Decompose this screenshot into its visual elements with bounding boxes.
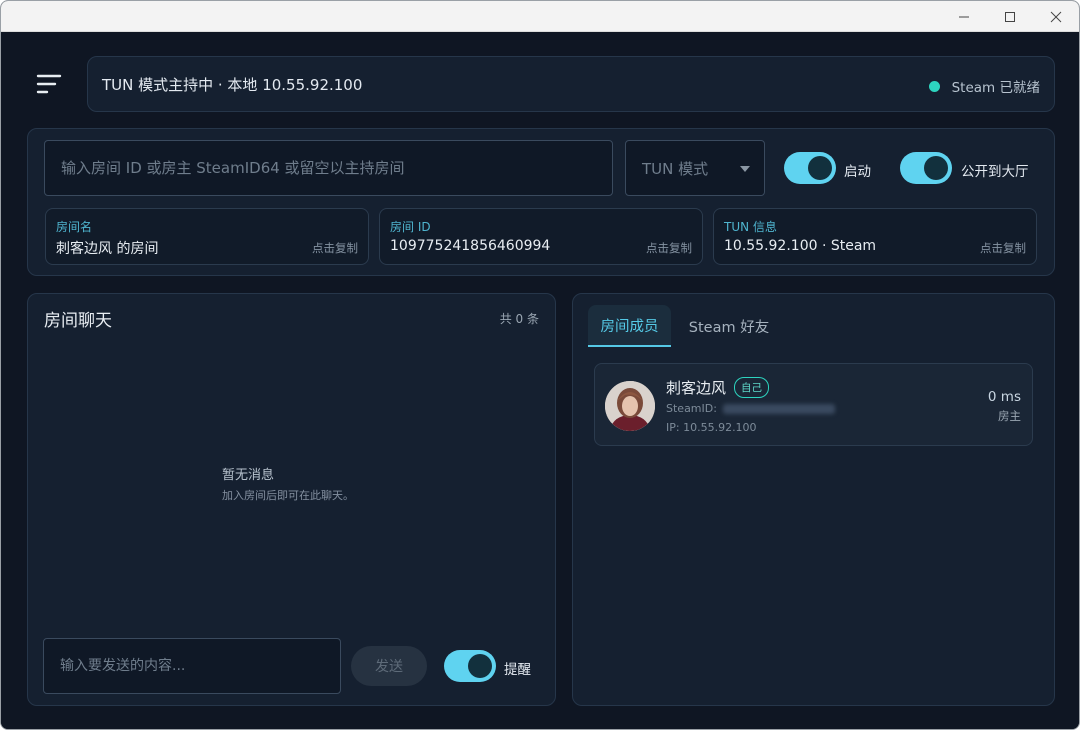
steamid-redacted xyxy=(722,403,835,414)
maximize-icon xyxy=(1005,11,1015,22)
member-steamid: SteamID: xyxy=(666,402,835,415)
start-toggle-label: 启动 xyxy=(844,164,871,180)
copy-room-name[interactable]: 点击复制 xyxy=(312,240,358,256)
tab-steam-friends[interactable]: Steam 好友 xyxy=(679,305,779,347)
minimize-button[interactable] xyxy=(941,1,987,32)
tun-info-label: TUN 信息 xyxy=(724,220,777,234)
copy-room-id[interactable]: 点击复制 xyxy=(646,240,692,256)
tab-room-members[interactable]: 房间成员 xyxy=(588,305,671,347)
steam-status: Steam 已就绪 xyxy=(928,76,1040,96)
room-name-value: 刺客边风 的房间 xyxy=(56,241,159,257)
minimize-icon xyxy=(959,16,969,17)
member-ping: 0 ms xyxy=(987,389,1021,405)
member-name-text: 刺客边风 xyxy=(666,379,727,397)
close-icon xyxy=(1050,11,1062,22)
mode-select-value: TUN 模式 xyxy=(642,159,709,178)
status-text: TUN 模式主持中 · 本地 10.55.92.100 xyxy=(102,76,363,94)
member-role: 房主 xyxy=(998,409,1021,423)
chat-empty-title: 暂无消息 xyxy=(222,468,275,483)
members-panel: 房间成员 Steam 好友 刺客边风 自己 SteamID: IP: 10.55… xyxy=(572,293,1055,706)
public-toggle-label: 公开到大厅 xyxy=(961,164,1029,180)
send-button[interactable]: 发送 xyxy=(351,646,427,686)
remind-toggle[interactable] xyxy=(444,650,496,682)
mode-select[interactable]: TUN 模式 xyxy=(625,140,765,196)
chat-panel: 房间聊天 共 0 条 暂无消息 加入房间后即可在此聊天。 发送 提醒 xyxy=(27,293,556,706)
title-bar xyxy=(1,1,1079,32)
chat-count: 共 0 条 xyxy=(499,312,539,326)
chat-message-input[interactable] xyxy=(43,638,341,694)
tun-info-value: 10.55.92.100 · Steam xyxy=(724,238,877,254)
member-steamid-label: SteamID: xyxy=(666,402,717,415)
room-name-label: 房间名 xyxy=(56,220,93,234)
chat-empty-subtitle: 加入房间后即可在此聊天。 xyxy=(222,489,354,502)
toggle-knob xyxy=(468,654,492,678)
self-badge: 自己 xyxy=(734,377,770,398)
close-button[interactable] xyxy=(1033,1,1079,32)
toggle-knob xyxy=(924,156,948,180)
public-toggle[interactable] xyxy=(900,152,952,184)
room-id-card[interactable]: 房间 ID 109775241856460994 点击复制 xyxy=(379,208,703,265)
member-name: 刺客边风 自己 xyxy=(666,377,770,398)
app-window: TUN 模式主持中 · 本地 10.55.92.100 Steam 已就绪 TU… xyxy=(0,0,1080,730)
room-control-panel: TUN 模式 启动 公开到大厅 房间名 刺客边风 的房间 点击复制 房间 ID … xyxy=(27,128,1055,276)
maximize-button[interactable] xyxy=(987,1,1033,32)
toggle-knob xyxy=(808,156,832,180)
steam-status-label: Steam 已就绪 xyxy=(951,80,1040,96)
chat-title: 房间聊天 xyxy=(44,311,112,331)
caret-down-icon xyxy=(740,166,750,172)
room-id-label: 房间 ID xyxy=(390,220,431,234)
start-toggle[interactable] xyxy=(784,152,836,184)
remind-toggle-label: 提醒 xyxy=(504,662,531,678)
room-name-card[interactable]: 房间名 刺客边风 的房间 点击复制 xyxy=(45,208,369,265)
avatar xyxy=(605,381,655,431)
room-id-input[interactable] xyxy=(44,140,613,196)
status-dot-icon xyxy=(928,80,940,92)
menu-button[interactable] xyxy=(29,66,69,102)
menu-icon xyxy=(36,74,62,94)
tun-info-card[interactable]: TUN 信息 10.55.92.100 · Steam 点击复制 xyxy=(713,208,1037,265)
copy-tun-info[interactable]: 点击复制 xyxy=(980,240,1026,256)
app-content: TUN 模式主持中 · 本地 10.55.92.100 Steam 已就绪 TU… xyxy=(1,32,1079,729)
member-card[interactable]: 刺客边风 自己 SteamID: IP: 10.55.92.100 0 ms 房… xyxy=(594,363,1033,446)
room-id-value: 109775241856460994 xyxy=(390,238,551,254)
user-avatar-icon xyxy=(605,381,655,431)
status-bar: TUN 模式主持中 · 本地 10.55.92.100 Steam 已就绪 xyxy=(87,56,1055,112)
member-ip: IP: 10.55.92.100 xyxy=(666,421,757,434)
